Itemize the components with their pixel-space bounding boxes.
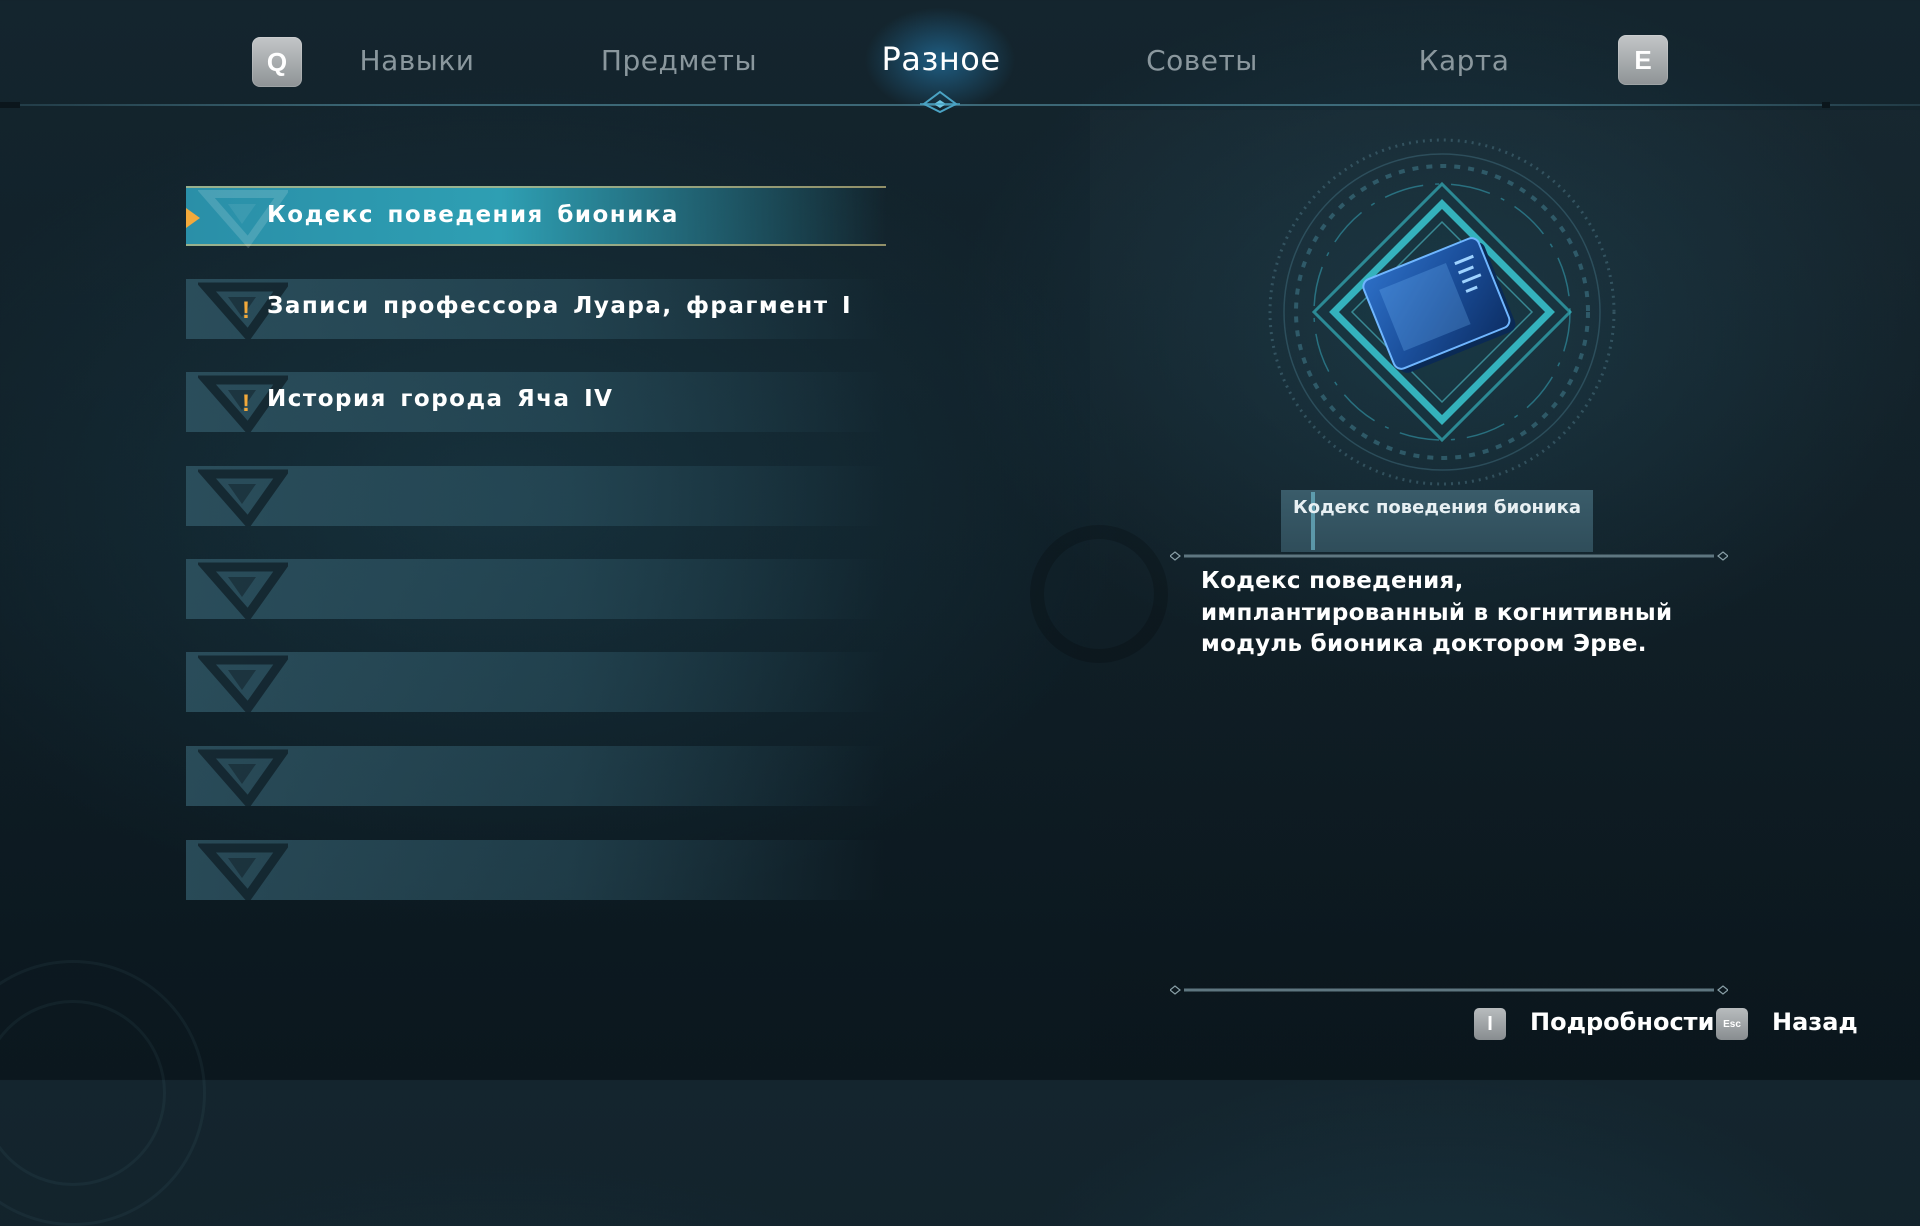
nav-divider [0, 104, 1920, 106]
list-item-empty[interactable] [186, 840, 886, 900]
background-emblem [1030, 525, 1168, 663]
new-mark-icon: ! [242, 297, 250, 324]
tab-skills[interactable]: Навыки [360, 44, 475, 77]
datapad-icon [1268, 138, 1616, 486]
list-item-empty[interactable] [186, 559, 886, 619]
prev-tab-key[interactable]: Q [252, 37, 302, 87]
list-chevron-icon [198, 749, 288, 806]
next-tab-key[interactable]: E [1618, 35, 1668, 85]
description-divider-top [1170, 551, 1728, 561]
details-hint-label[interactable]: Подробности [1530, 1008, 1714, 1036]
description-divider-bottom [1170, 985, 1728, 995]
item-description: Кодекс поведения, имплантированный в ког… [1201, 568, 1673, 657]
tab-tips[interactable]: Советы [1146, 44, 1258, 77]
list-chevron-icon [198, 843, 288, 900]
list-item-label: Записи профессора Луара, фрагмент I [267, 293, 853, 319]
tab-items[interactable]: Предметы [601, 44, 757, 77]
tab-map[interactable]: Карта [1419, 44, 1510, 77]
list-chevron-icon [198, 655, 288, 712]
list-item-empty[interactable] [186, 652, 886, 712]
list-item[interactable]: Кодекс поведения бионика [186, 186, 886, 248]
nav-divider-cap [1822, 102, 1830, 108]
item-name: Кодекс поведения бионика [1293, 497, 1581, 518]
top-navigation: Q Навыки Предметы Разное Советы Карта E [0, 0, 1920, 114]
list-chevron-icon [198, 562, 288, 619]
list-chevron-icon [198, 469, 288, 526]
list-item-label: История города Яча IV [267, 386, 614, 412]
back-hint-label[interactable]: Назад [1772, 1008, 1858, 1036]
new-mark-icon: ! [242, 390, 250, 417]
tab-misc[interactable]: Разное [881, 40, 1000, 78]
back-key[interactable]: Esc [1716, 1008, 1748, 1040]
item-name-plate: Кодекс поведения бионика [1281, 490, 1593, 552]
list-item-empty[interactable] [186, 746, 886, 806]
list-item-empty[interactable] [186, 466, 886, 526]
list-item-label: Кодекс поведения бионика [267, 202, 679, 228]
nav-divider-cap [0, 102, 20, 108]
list-item[interactable]: ! Записи профессора Луара, фрагмент I [186, 279, 886, 339]
active-tab-marker-icon [920, 90, 960, 114]
list-item[interactable]: ! История города Яча IV [186, 372, 886, 432]
details-key[interactable]: I [1474, 1008, 1506, 1040]
